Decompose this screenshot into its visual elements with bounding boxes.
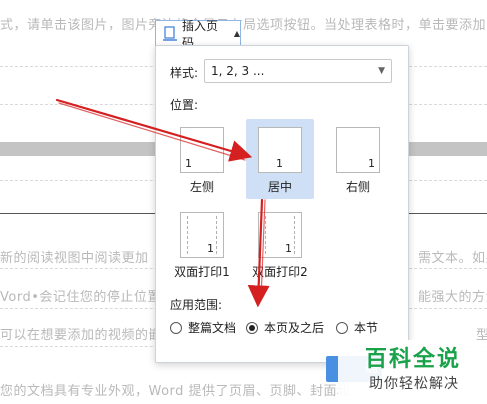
doc-text-line: 新的阅读视图中阅读更加 — [0, 251, 149, 266]
insert-page-number-tab[interactable]: 插入页码 ▲ — [155, 19, 241, 50]
position-option-center[interactable]: 1 居中 — [246, 119, 314, 199]
position-option-right[interactable]: 1 右侧 — [324, 119, 392, 199]
page-thumbnail: 1 — [180, 212, 224, 258]
radio-button[interactable] — [170, 321, 182, 334]
margin-guide — [216, 216, 217, 254]
scope-radio-whole-document[interactable]: 整篇文档 — [170, 319, 236, 336]
style-select-value: 1, 2, 3 ... — [211, 64, 265, 78]
position-option-duplex1[interactable]: 1 双面打印1 — [168, 204, 236, 284]
position-option-left[interactable]: 1 左侧 — [168, 119, 236, 199]
position-label-left: 左侧 — [189, 180, 214, 194]
doc-text-line: Vord•会记住您的停止位置 — [0, 290, 161, 305]
position-option-duplex2[interactable]: 1 双面打印2 — [246, 204, 314, 284]
page-thumbnail: 1 — [336, 127, 380, 173]
page-thumbnail: 1 — [258, 212, 302, 258]
position-label: 位置: — [170, 98, 199, 112]
margin-guide — [265, 216, 266, 254]
position-label-center: 居中 — [267, 180, 292, 194]
margin-guide — [187, 216, 188, 254]
doc-text-line: 式，请单击该图片，图片旁边将会显示布局选项按钮。当处理表格时，单击要添加 — [0, 18, 487, 33]
scope-option-label: 整篇文档 — [188, 321, 237, 335]
watermark-tagline: 助你轻松解决 — [369, 376, 459, 392]
page-thumbnail: 1 — [180, 127, 224, 173]
scope-option-label: 本页及之后 — [264, 321, 325, 335]
margin-guide — [294, 216, 295, 254]
page-number-mark: 1 — [185, 157, 192, 170]
scope-label: 应用范围: — [170, 298, 223, 312]
scope-radio-this-page-onward[interactable]: 本页及之后 — [246, 319, 324, 336]
dropdown-arrow-icon: ▲ — [233, 29, 240, 38]
style-select[interactable]: 1, 2, 3 ... ▼ — [204, 59, 392, 83]
radio-button[interactable] — [336, 321, 348, 334]
style-label: 样式: — [170, 66, 199, 80]
page-number-icon — [162, 25, 178, 42]
chevron-down-icon: ▼ — [378, 66, 385, 76]
page-number-mark: 1 — [285, 242, 292, 255]
position-label-right: 右侧 — [345, 180, 370, 194]
radio-button-selected[interactable] — [246, 321, 258, 334]
scope-option-label: 本节 — [354, 321, 379, 335]
doc-text-line: 您的文档具有专业外观，Word 提供了页眉、页脚、封面和 — [0, 384, 351, 399]
page-number-mark: 1 — [276, 157, 283, 170]
doc-text-line: 能强大的方法 — [418, 290, 487, 305]
doc-text-line: 可以在想要添加的视频的嵌 — [0, 328, 163, 343]
page-number-mark: 1 — [207, 242, 214, 255]
position-label-duplex1: 双面打印1 — [174, 265, 230, 279]
scope-radio-this-section[interactable]: 本节 — [336, 319, 378, 336]
page-number-mark: 1 — [368, 157, 375, 170]
doc-text-line: 需文本。如果 — [418, 251, 487, 266]
watermark-logo-text: 百科全说 — [365, 347, 462, 372]
page-thumbnail: 1 — [258, 127, 302, 173]
position-label-duplex2: 双面打印2 — [252, 265, 308, 279]
